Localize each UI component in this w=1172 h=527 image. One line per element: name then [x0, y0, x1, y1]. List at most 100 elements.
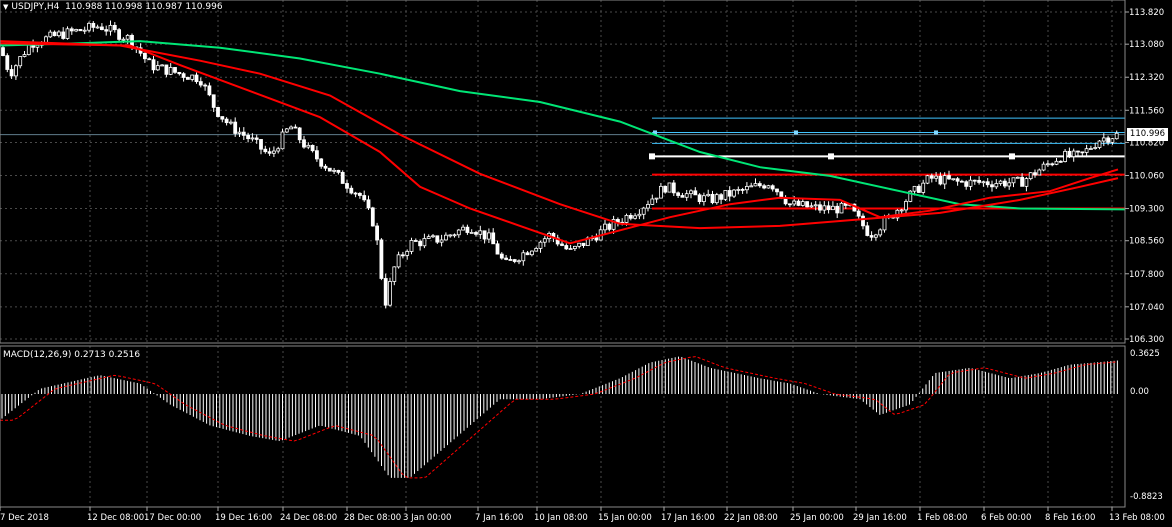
bull-candle	[521, 252, 526, 262]
bull-candle	[168, 67, 173, 75]
bear-candle	[177, 71, 182, 75]
bear-candle	[491, 232, 496, 245]
collapse-triangle-icon[interactable]: ▼	[3, 3, 8, 11]
price-axis-label: 107.800	[1129, 270, 1164, 280]
bull-candle	[392, 266, 397, 282]
bear-candle	[564, 245, 569, 250]
bear-candle	[465, 226, 470, 233]
bear-candle	[977, 179, 981, 183]
bear-candle	[100, 26, 104, 31]
bear-candle	[947, 175, 951, 180]
bull-candle	[1041, 163, 1046, 171]
bull-candle	[237, 131, 242, 134]
bear-candle	[211, 94, 216, 108]
bear-candle	[379, 239, 384, 279]
bear-candle	[607, 223, 612, 230]
bear-candle	[818, 204, 822, 211]
bear-candle	[112, 24, 117, 31]
bull-candle	[732, 189, 736, 197]
time-axis-label: 28 Dec 08:00	[344, 513, 401, 523]
macd-axis-label: 0.3625	[1130, 349, 1160, 359]
time-axis-label: 13 Feb 08:00	[1109, 513, 1165, 523]
bull-candle	[426, 236, 431, 239]
bear-candle	[117, 29, 121, 40]
bear-candle	[216, 107, 220, 117]
price-axis-label: 107.040	[1129, 303, 1164, 313]
time-axis-label: 19 Dec 16:00	[215, 513, 272, 523]
bear-candle	[349, 187, 354, 194]
bear-candle	[826, 205, 831, 211]
bull-candle	[1114, 132, 1119, 140]
bull-candle	[624, 214, 629, 223]
bull-candle	[641, 207, 646, 215]
bull-candle	[968, 179, 973, 187]
bear-candle	[1020, 176, 1024, 187]
bull-candle	[388, 281, 392, 306]
bull-candle	[659, 185, 663, 199]
bear-candle	[1, 47, 5, 56]
macd-panel	[0, 356, 1118, 479]
bull-candle	[753, 183, 758, 187]
bear-candle	[856, 210, 861, 217]
bull-candle	[461, 226, 466, 231]
bear-candle	[512, 259, 517, 262]
bull-candle	[26, 44, 31, 55]
bear-candle	[323, 165, 328, 169]
chart-canvas[interactable]: 113.820113.080112.320111.560110.820110.0…	[0, 0, 1172, 527]
price-axis-label: 109.300	[1129, 205, 1164, 215]
bull-candle	[1071, 150, 1076, 158]
bull-candle	[1037, 169, 1042, 176]
bull-candle	[155, 65, 160, 71]
bear-candle	[594, 237, 599, 241]
bull-candle	[925, 175, 930, 184]
price-axis-label: 112.320	[1129, 73, 1164, 83]
macd-panel-frame	[0, 345, 1126, 508]
time-axis-label: 3 Jan 00:00	[403, 513, 451, 523]
bear-candle	[104, 29, 109, 32]
bear-candle	[1106, 137, 1110, 143]
bull-candle	[289, 126, 294, 130]
bull-candle	[637, 213, 642, 217]
level-anchor-marker	[1009, 153, 1015, 160]
macd-signal-line	[0, 356, 1117, 479]
time-axis-label: 17 Dec 00:00	[144, 513, 201, 523]
bull-candle	[121, 38, 126, 41]
bull-candle	[684, 193, 689, 198]
macd-values: 0.2713 0.2516	[74, 350, 141, 360]
bull-candle	[736, 189, 741, 191]
bear-candle	[775, 188, 779, 193]
bear-candle	[336, 169, 341, 173]
bear-candle	[314, 150, 319, 160]
time-axis-label: 29 Jan 16:00	[853, 513, 907, 523]
price-axis-label: 110.060	[1129, 172, 1164, 182]
macd-axis-label: -0.8823	[1130, 492, 1163, 502]
price-axis-label: 113.820	[1129, 8, 1164, 18]
bull-candle	[405, 251, 410, 256]
bull-candle	[1084, 148, 1089, 153]
time-axis-label: 25 Jan 00:00	[790, 513, 844, 523]
bull-candle	[250, 137, 255, 140]
bull-candle	[646, 204, 650, 209]
time-axis-label: 12 Dec 08:00	[87, 513, 144, 523]
bear-candle	[869, 235, 874, 238]
bull-candle	[831, 205, 835, 211]
drawn-levels[interactable]	[0, 117, 1125, 210]
bear-candle	[52, 31, 57, 37]
bull-candle	[87, 22, 91, 31]
bull-candle	[517, 260, 521, 263]
fib-anchor-marker	[934, 130, 938, 135]
chart-axes: 113.820113.080112.320111.560110.820110.0…	[0, 0, 1165, 523]
bull-candle	[1101, 137, 1106, 142]
bear-candle	[740, 189, 745, 191]
bull-candle	[839, 202, 844, 214]
bear-candle	[246, 134, 251, 140]
bear-candle	[960, 180, 964, 183]
bull-candle	[654, 197, 659, 200]
bear-candle	[194, 74, 199, 82]
bear-candle	[663, 185, 668, 193]
bull-candle	[702, 195, 706, 203]
bear-candle	[1076, 150, 1080, 153]
bear-candle	[185, 77, 190, 80]
bear-candle	[938, 175, 943, 185]
bear-candle	[719, 194, 723, 200]
